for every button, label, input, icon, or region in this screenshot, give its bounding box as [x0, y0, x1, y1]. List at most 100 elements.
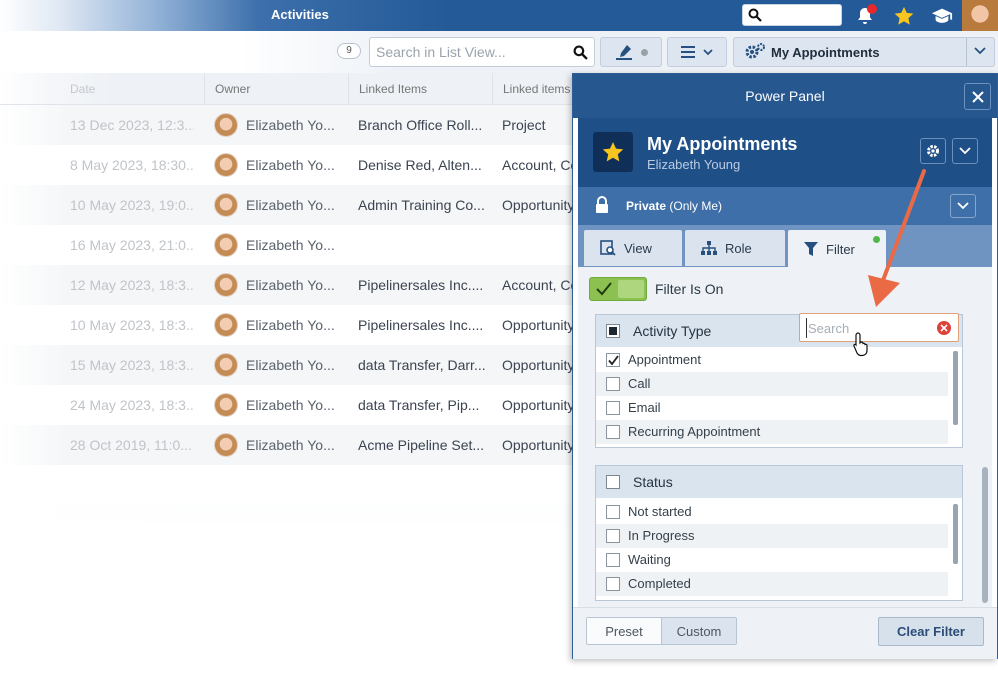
view-selector[interactable]: My Appointments — [733, 37, 995, 67]
column-header-linked-items[interactable]: Linked Items — [348, 73, 492, 105]
row-linked-item[interactable]: Acme Pipeline Set... — [358, 425, 490, 465]
option-checkbox[interactable] — [606, 425, 620, 439]
table-row[interactable]: 8 May 2023, 18:30... Elizabeth Yo... Den… — [0, 145, 580, 185]
row-linked-item[interactable] — [358, 225, 490, 265]
row-linked-type: Account, Co — [502, 157, 579, 173]
table-row[interactable]: 28 Oct 2019, 11:0... Elizabeth Yo... Acm… — [0, 425, 580, 465]
table-row[interactable]: 15 May 2023, 18:3... Elizabeth Yo... dat… — [0, 345, 580, 385]
row-date: 28 Oct 2019, 11:0... — [70, 437, 192, 453]
current-view-name: My Appointments — [771, 45, 880, 60]
option-checkbox[interactable] — [606, 505, 620, 519]
avatar — [214, 313, 238, 337]
row-linked-item[interactable]: Denise Red, Alten... — [358, 145, 490, 185]
filter-option[interactable]: In Progress — [596, 524, 948, 548]
clear-filter-button[interactable]: Clear Filter — [878, 617, 984, 646]
table-row[interactable]: 10 May 2023, 19:0... Elizabeth Yo... Adm… — [0, 185, 580, 225]
filter-option[interactable]: Completed — [596, 572, 948, 596]
hierarchy-icon — [701, 241, 717, 255]
group-scrollbar[interactable] — [953, 351, 958, 425]
row-linked-item[interactable]: Branch Office Roll... — [358, 105, 490, 145]
filter-option[interactable]: Recurring Appointment — [596, 420, 948, 444]
row-date: 8 May 2023, 18:30... — [70, 157, 194, 173]
table-row[interactable]: 16 May 2023, 21:0... Elizabeth Yo... — [0, 225, 580, 265]
graduation-cap-icon — [931, 8, 953, 23]
gears-icon — [745, 43, 765, 59]
list-view-search-input[interactable] — [376, 39, 566, 65]
view-name: My Appointments — [647, 134, 798, 154]
column-header-owner[interactable]: Owner — [204, 73, 348, 105]
row-linked-type: Opportunity — [502, 197, 575, 213]
list-icon — [681, 46, 695, 58]
tab-role[interactable]: Role — [685, 230, 785, 266]
toggle-knob — [618, 280, 644, 298]
column-header-linked-items-type[interactable]: Linked items — [492, 73, 580, 105]
panel-scrollbar[interactable] — [982, 467, 988, 603]
row-linked-item[interactable]: Admin Training Co... — [358, 185, 490, 225]
group-select-all-checkbox[interactable] — [606, 324, 620, 338]
table-row[interactable]: 13 Dec 2023, 12:3... Elizabeth Yo... Bra… — [0, 105, 580, 145]
table-header: Date Owner Linked Items Linked items — [0, 73, 580, 105]
highlight-toggle-button[interactable] — [600, 37, 662, 67]
row-date: 12 May 2023, 18:3... — [70, 277, 194, 293]
avatar — [214, 193, 238, 217]
row-linked-item[interactable]: Pipelinersales Inc.... — [358, 265, 490, 305]
group-scrollbar[interactable] — [953, 504, 958, 564]
list-options-button[interactable] — [667, 37, 727, 67]
row-linked-type: Opportunity — [502, 437, 575, 453]
avatar — [214, 433, 238, 457]
activity-type-search[interactable] — [799, 313, 959, 342]
row-owner: Elizabeth Yo... — [246, 317, 335, 333]
filter-option[interactable]: Email — [596, 396, 948, 420]
option-checkbox[interactable] — [606, 577, 620, 591]
view-menu-button[interactable] — [952, 138, 978, 164]
filter-option[interactable]: Not started — [596, 500, 948, 524]
row-owner: Elizabeth Yo... — [246, 237, 335, 253]
chevron-down-icon[interactable] — [974, 47, 986, 55]
filter-option[interactable]: Call — [596, 372, 948, 396]
option-checkbox[interactable] — [606, 377, 620, 391]
row-date: 10 May 2023, 19:0... — [70, 197, 194, 213]
option-label: Recurring Appointment — [628, 424, 761, 439]
notifications-button[interactable] — [852, 3, 878, 29]
panel-footer: Preset Custom Clear Filter — [573, 607, 997, 659]
column-header-date[interactable]: Date — [60, 73, 204, 105]
option-checkbox[interactable] — [606, 529, 620, 543]
custom-button[interactable]: Custom — [661, 618, 736, 644]
preset-button[interactable]: Preset — [587, 618, 661, 644]
row-owner: Elizabeth Yo... — [246, 437, 335, 453]
user-avatar[interactable] — [962, 0, 998, 31]
global-search-input[interactable] — [742, 4, 842, 26]
group-select-all-checkbox[interactable] — [606, 475, 620, 489]
option-checkbox[interactable] — [606, 553, 620, 567]
row-date: 16 May 2023, 21:0... — [70, 237, 194, 253]
option-checkbox[interactable] — [606, 353, 620, 367]
divider — [966, 38, 967, 66]
clear-search-button[interactable] — [937, 321, 951, 335]
table-row[interactable]: 12 May 2023, 18:3... Elizabeth Yo... Pip… — [0, 265, 580, 305]
close-panel-button[interactable] — [964, 83, 991, 110]
top-bar: Activities — [0, 0, 998, 31]
row-linked-type: Opportunity — [502, 317, 575, 333]
sharing-dropdown-button[interactable] — [950, 194, 976, 218]
favorite-view-button[interactable] — [593, 132, 633, 172]
option-checkbox[interactable] — [606, 401, 620, 415]
table-row[interactable]: 24 May 2023, 18:3... Elizabeth Yo... dat… — [0, 385, 580, 425]
row-linked-type: Opportunity — [502, 357, 575, 373]
search-icon — [573, 45, 588, 60]
filter-toggle[interactable] — [589, 277, 647, 301]
filter-group-title: Activity Type — [633, 323, 712, 339]
row-linked-item[interactable]: data Transfer, Darr... — [358, 345, 490, 385]
avatar — [214, 273, 238, 297]
favorites-button[interactable] — [891, 3, 917, 29]
table-row[interactable]: 10 May 2023, 18:3... Elizabeth Yo... Pip… — [0, 305, 580, 345]
view-settings-button[interactable] — [920, 138, 946, 164]
filter-option[interactable]: Waiting — [596, 548, 948, 572]
avatar — [214, 393, 238, 417]
option-label: Not started — [628, 504, 692, 519]
row-linked-item[interactable]: data Transfer, Pip... — [358, 385, 490, 425]
academy-button[interactable] — [929, 3, 955, 29]
tab-view[interactable]: View — [584, 230, 682, 266]
row-linked-item[interactable]: Pipelinersales Inc.... — [358, 305, 490, 345]
list-view-search[interactable] — [369, 37, 595, 67]
filter-option[interactable]: Appointment — [596, 348, 948, 372]
